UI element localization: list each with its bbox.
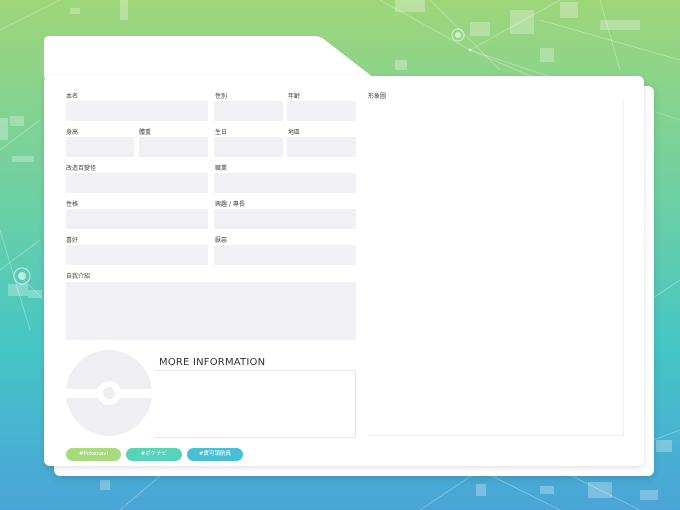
dislikes-field[interactable] xyxy=(214,245,356,265)
label-dislikes: 厭惡 xyxy=(215,237,228,244)
likes-field[interactable] xyxy=(66,245,208,265)
birthday-field[interactable] xyxy=(214,137,283,157)
tag-pokenavi-jp[interactable]: #ポケナビ xyxy=(126,448,182,461)
pokeball-icon[interactable] xyxy=(66,350,152,436)
real-name-field[interactable] xyxy=(66,101,208,121)
gender-field[interactable] xyxy=(214,101,283,121)
self-intro-field[interactable] xyxy=(66,282,356,340)
label-gender: 性別 xyxy=(215,93,228,100)
label-birthday: 生日 xyxy=(215,129,228,136)
personality-field[interactable] xyxy=(66,209,208,229)
tag-pokenavi[interactable]: #Pokenavi xyxy=(66,448,121,461)
label-modification: 改造百變怪 xyxy=(66,165,97,172)
label-region: 地區 xyxy=(288,129,301,136)
region-field[interactable] xyxy=(287,137,356,157)
image-area[interactable] xyxy=(367,100,624,436)
label-height: 身高 xyxy=(66,129,79,136)
label-real-name: 本名 xyxy=(66,93,79,100)
weight-field[interactable] xyxy=(139,137,208,157)
label-self-intro: 自我介紹 xyxy=(66,273,91,280)
label-likes: 喜好 xyxy=(66,237,79,244)
folder-tab xyxy=(44,36,374,78)
tag-pokenavi-zh[interactable]: #寶可領航員 xyxy=(187,448,243,461)
modification-field[interactable] xyxy=(66,173,208,193)
age-field[interactable] xyxy=(287,101,356,121)
more-information-title: MORE INFORMATION xyxy=(159,357,266,368)
label-age: 年齡 xyxy=(288,93,301,100)
label-hobby: 興趣 / 專長 xyxy=(215,201,245,208)
more-information-box[interactable] xyxy=(155,370,356,438)
label-occupation: 職業 xyxy=(215,165,228,172)
label-weight: 體重 xyxy=(139,129,152,136)
hobby-field[interactable] xyxy=(214,209,356,229)
label-personality: 性格 xyxy=(66,201,79,208)
height-field[interactable] xyxy=(66,137,134,157)
pokeball-button xyxy=(97,381,121,405)
occupation-field[interactable] xyxy=(214,173,356,193)
